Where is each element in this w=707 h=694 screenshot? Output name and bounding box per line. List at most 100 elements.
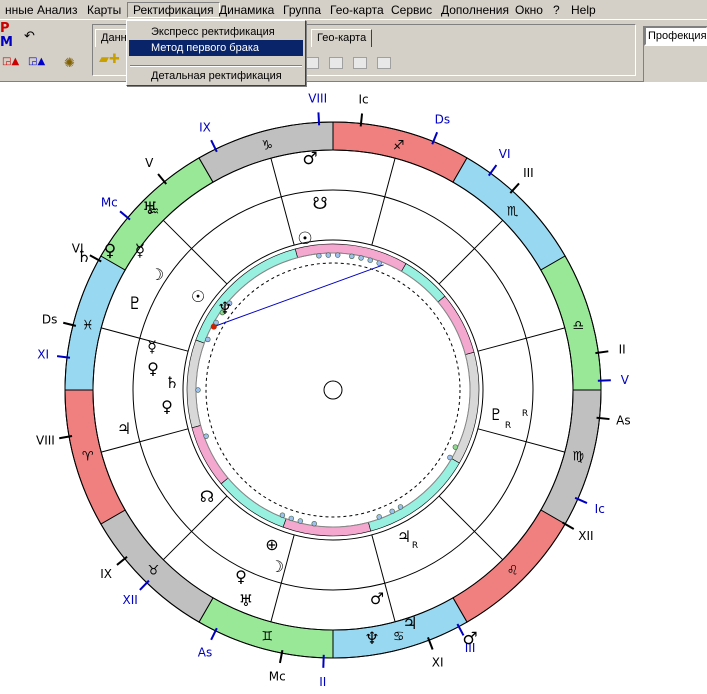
planet-glyph-inner: ♀ <box>235 567 247 586</box>
cusp-label: As <box>616 414 630 428</box>
planet-glyph-inner: ☽ <box>150 265 164 284</box>
band-dot <box>213 319 219 326</box>
menu-item[interactable]: Help <box>566 2 601 18</box>
band-dot <box>325 252 331 258</box>
house-cusp-line <box>162 495 228 561</box>
aspect-line <box>213 264 384 328</box>
planet-glyph: ♂ <box>302 149 317 169</box>
zodiac-sign-glyph: ♊ <box>261 629 273 644</box>
planet-glyph: ♃ <box>402 614 417 634</box>
new-folder-icon[interactable]: ▰✚ <box>99 53 120 67</box>
planet-glyph-inner: ♃ <box>117 419 131 438</box>
cusp-label: XII <box>123 593 138 607</box>
profection-combo[interactable]: Профекция <box>644 26 707 46</box>
cusp-tick <box>119 210 131 221</box>
retrograde-marker: R <box>412 541 418 551</box>
menu-item[interactable]: ? <box>548 2 565 18</box>
cusp-tick <box>596 416 610 421</box>
cusp-label: VIII <box>308 91 327 105</box>
cusp-label: IX <box>100 567 112 581</box>
planet-glyph: ♅ <box>142 199 157 219</box>
planet-glyph: ☋ <box>312 194 327 214</box>
tab-geo-map[interactable]: Гео-карта <box>311 29 373 47</box>
planet-glyph: ♇ <box>127 294 142 314</box>
planet-glyph: ☿ <box>135 241 145 261</box>
house-cusp-line <box>101 428 189 453</box>
planet-glyph-inner: ♀ <box>147 359 159 378</box>
map-icon[interactable]: M <box>0 36 13 50</box>
dropdown-item[interactable]: Метод первого брака <box>129 40 303 56</box>
band-dot <box>389 508 395 515</box>
planet-glyph-inner: ☽ <box>270 557 284 576</box>
cusp-label: IX <box>199 121 211 135</box>
menu-item[interactable]: Анализ <box>32 2 83 18</box>
planet-band-segment <box>282 518 372 537</box>
zodiac-sign-glyph: ♉ <box>148 564 160 579</box>
cusp-label: Mc <box>269 670 286 684</box>
chart-center <box>323 380 343 400</box>
house-cusp-line <box>477 327 565 352</box>
zodiac-sign-glyph: ♌ <box>507 564 519 579</box>
cusp-tick <box>116 555 128 566</box>
band-dot <box>203 433 209 439</box>
menu-item[interactable]: Динамика <box>214 2 279 18</box>
house-cusp-line <box>162 219 228 285</box>
band-dot <box>349 253 355 260</box>
zodiac-sign-glyph: ♈ <box>82 450 94 465</box>
menu-item[interactable]: Сервис <box>386 2 437 18</box>
band-dot <box>316 253 322 259</box>
house-cusp-line <box>101 327 189 352</box>
house-cusp-line <box>371 534 396 622</box>
band-dot <box>358 255 364 261</box>
planet-glyph-inner: ♇ <box>489 405 503 424</box>
cusp-label: Ds <box>42 312 58 326</box>
dropdown-item[interactable]: Экспресс ректификация <box>129 24 303 40</box>
chart-canvas: ♐ ♏ ♎ ♍ ♌ ♋ ♊ ♉ ♈ ♓ ♒ ♑ VIII Ic Ds VI III II V As Ic XII III XI… <box>0 84 707 694</box>
planet-glyph-inner: ♃ <box>397 527 411 546</box>
planet-glyph: ♀ <box>104 241 116 261</box>
band-dot <box>376 260 382 266</box>
zodiac-sign-glyph: ♓ <box>82 318 94 333</box>
cusp-tick <box>359 113 364 127</box>
toolbar-button-2[interactable] <box>329 57 343 69</box>
cusp-label: III <box>523 166 534 180</box>
cusp-label: II <box>319 675 326 689</box>
zodiac-sign-glyph: ♍ <box>573 450 585 465</box>
menu-item[interactable]: Окно <box>510 2 548 18</box>
wheel-icon[interactable]: ✺ <box>64 57 75 71</box>
shapes-icon[interactable]: ◲▲ <box>2 55 19 69</box>
toolbar: P M ↶ ◲▲ ◲▲ ✺ Данн Гео-карта ▰✚ Профекци… <box>0 20 707 82</box>
menu-item[interactable]: Дополнения <box>436 2 514 18</box>
undo-icon[interactable]: ↶ <box>24 30 35 44</box>
menu-item[interactable]: Группа <box>278 2 326 18</box>
app-logo-icon[interactable]: P <box>0 22 10 36</box>
toolbar-button-3[interactable] <box>353 57 367 69</box>
zodiac-sign-glyph: ♑ <box>261 139 273 154</box>
menu-item[interactable]: Гео-карта <box>325 2 389 18</box>
cusp-tick <box>317 112 321 126</box>
planet-glyph-inner: ☿ <box>147 337 157 356</box>
cusp-label: XII <box>578 529 593 543</box>
zodiac-sign-glyph: ♐ <box>393 139 405 154</box>
shapes-2-icon[interactable]: ◲▲ <box>28 55 45 69</box>
cusp-label: Ds <box>435 112 451 126</box>
band-dot <box>447 454 453 461</box>
dropdown-separator <box>130 65 302 67</box>
planet-glyph: ♂ <box>462 629 477 649</box>
menu-item[interactable]: Ректификация <box>127 2 220 18</box>
cusp-label: XI <box>432 656 444 670</box>
dropdown-item[interactable]: Детальная ректификация <box>129 68 303 84</box>
cusp-label: V <box>145 156 154 170</box>
planet-glyph-inner: ♄ <box>165 373 179 392</box>
house-cusp-line <box>438 219 504 285</box>
planet-glyph-inner: ⊕ <box>265 535 278 554</box>
planet-glyph-inner: ☉ <box>191 287 205 306</box>
band-dot <box>335 252 341 258</box>
menu-item[interactable]: Карты <box>82 2 126 18</box>
zodiac-sign-glyph: ♏ <box>507 204 519 219</box>
toolbar-button-1[interactable] <box>305 57 319 69</box>
planet-band-segment <box>220 477 287 528</box>
band-dot <box>279 512 286 518</box>
rectification-dropdown: Экспресс ректификация Метод первого брака… <box>126 20 306 86</box>
toolbar-button-4[interactable] <box>377 57 391 69</box>
